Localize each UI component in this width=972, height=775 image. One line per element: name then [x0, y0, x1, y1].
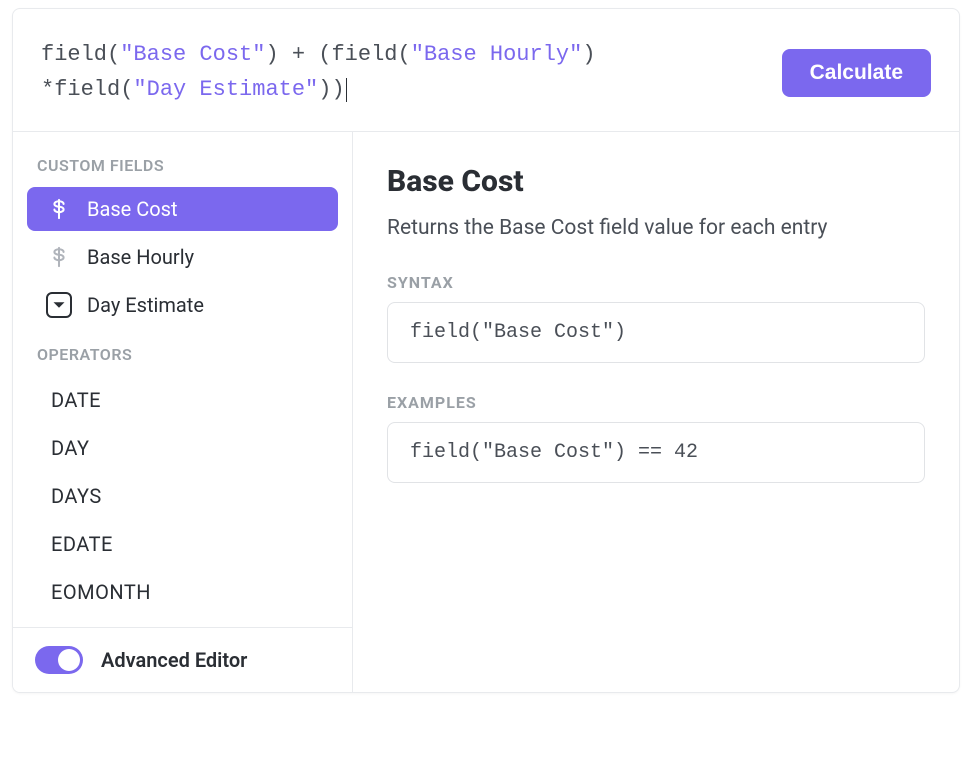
- dollar-icon: [47, 245, 71, 269]
- operator-item-day[interactable]: DAY: [13, 424, 352, 472]
- field-item-label: Day Estimate: [87, 293, 204, 317]
- operator-item-edate[interactable]: EDATE: [13, 520, 352, 568]
- detail-title: Base Cost: [387, 164, 925, 199]
- operator-item-days[interactable]: DAYS: [13, 472, 352, 520]
- field-item-day-estimate[interactable]: Day Estimate: [27, 283, 338, 327]
- examples-label: EXAMPLES: [387, 393, 925, 412]
- syntax-code: field("Base Cost"): [387, 302, 925, 363]
- formula-editor-panel: field("Base Cost") + (field("Base Hourly…: [12, 8, 960, 693]
- advanced-editor-toggle[interactable]: [35, 646, 83, 674]
- dollar-icon: [47, 197, 71, 221]
- advanced-editor-label: Advanced Editor: [101, 648, 247, 672]
- detail-description: Returns the Base Cost field value for ea…: [387, 213, 925, 245]
- field-item-base-hourly[interactable]: Base Hourly: [27, 235, 338, 279]
- operator-item-eomonth[interactable]: EOMONTH: [13, 568, 352, 616]
- field-item-label: Base Cost: [87, 197, 178, 221]
- custom-fields-header: CUSTOM FIELDS: [13, 156, 352, 187]
- operator-item-hour[interactable]: HOUR: [13, 616, 352, 624]
- formula-bar: field("Base Cost") + (field("Base Hourly…: [13, 9, 959, 132]
- field-item-base-cost[interactable]: Base Cost: [27, 187, 338, 231]
- editor-body: CUSTOM FIELDS Base Cost Base Hourly Day Es…: [13, 132, 959, 692]
- example-code: field("Base Cost") == 42: [387, 422, 925, 483]
- sidebar-footer: Advanced Editor: [13, 627, 352, 692]
- calculate-button[interactable]: Calculate: [782, 49, 931, 97]
- dropdown-icon: [47, 293, 71, 317]
- field-item-label: Base Hourly: [87, 245, 194, 269]
- formula-input[interactable]: field("Base Cost") + (field("Base Hourly…: [41, 37, 758, 107]
- sidebar: CUSTOM FIELDS Base Cost Base Hourly Day Es…: [13, 132, 353, 692]
- operators-header: OPERATORS: [13, 345, 352, 376]
- syntax-label: SYNTAX: [387, 273, 925, 292]
- detail-pane: Base Cost Returns the Base Cost field va…: [353, 132, 959, 692]
- operator-item-date[interactable]: DATE: [13, 376, 352, 424]
